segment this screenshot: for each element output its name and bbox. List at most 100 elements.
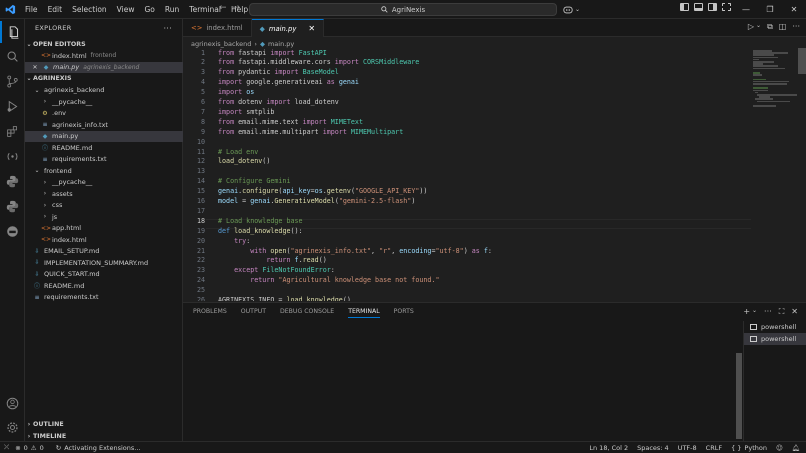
tree-file[interactable]: ⇩ QUICK_START.md [25, 269, 183, 281]
forward-arrow-icon[interactable]: → [233, 3, 241, 13]
tree-file[interactable]: ⓘ README.md [25, 280, 183, 292]
minimap[interactable] [751, 48, 806, 301]
code-line[interactable]: except FileNotFoundError: [218, 266, 335, 274]
remote-indicator-icon[interactable]: ⤫ [4, 443, 9, 452]
python-environments-icon[interactable] [0, 195, 25, 217]
account-icon[interactable] [0, 392, 25, 414]
code-line[interactable]: from email.mime.text import MIMEText [218, 118, 363, 126]
manage-gear-icon[interactable] [0, 416, 25, 438]
code-line[interactable]: try: [218, 237, 250, 245]
tree-file[interactable]: <> index.html [25, 234, 183, 246]
split-editor-icon[interactable]: ◫ [779, 22, 787, 32]
terminal-item[interactable]: powershell [744, 333, 806, 345]
close-icon[interactable]: ✕ [31, 64, 39, 71]
tree-file[interactable]: ≡ requirements.txt [25, 292, 183, 304]
code-line[interactable]: from email.mime.multipart import MIMEMul… [218, 128, 403, 136]
extensions-icon[interactable] [0, 120, 25, 142]
code-line[interactable]: with open("agrinexis_info.txt", "r", enc… [218, 247, 492, 255]
tab-index-html[interactable]: <> index.html [183, 19, 252, 37]
outline-section[interactable]: › OUTLINE [25, 419, 183, 431]
run-python-icon[interactable]: ▷ [748, 22, 754, 32]
code-line[interactable]: # Load knowledge base [218, 217, 303, 225]
code-line[interactable]: from fastapi.middleware.cors import CORS… [218, 58, 419, 66]
code-line[interactable]: def load_knowledge(): [218, 227, 303, 235]
source-control-icon[interactable] [0, 70, 25, 92]
menu-view[interactable]: View [112, 5, 140, 14]
search-icon[interactable] [0, 45, 25, 67]
minimap-slider[interactable] [798, 48, 806, 74]
copilot-status-icon[interactable]: ☺ [776, 444, 783, 452]
tab-problems[interactable]: PROBLEMS [193, 308, 227, 318]
tree-file[interactable]: ⚙ .env [25, 108, 183, 120]
indentation[interactable]: Spaces: 4 [637, 444, 669, 452]
code-line[interactable]: import smtplib [218, 108, 274, 116]
terminal-scrollbar[interactable] [736, 353, 742, 439]
open-editor-item[interactable]: <> index.html frontend [25, 50, 183, 62]
language-mode[interactable]: { } Python [731, 444, 767, 452]
code-line[interactable]: from dotenv import load_dotenv [218, 98, 339, 106]
more-actions-icon[interactable]: ··· [163, 24, 172, 33]
run-debug-icon[interactable] [0, 95, 25, 117]
tree-folder[interactable]: ⌄ agrinexis_backend [25, 85, 183, 97]
tab-output[interactable]: OUTPUT [241, 308, 266, 318]
tree-folder[interactable]: › css [25, 200, 183, 212]
menu-file[interactable]: File [20, 5, 43, 14]
tree-file[interactable]: ◆ main.py [25, 130, 183, 142]
code-line[interactable]: AGRINEXIS_INFO = load_knowledge() [218, 296, 351, 301]
code-line[interactable]: from fastapi import FastAPI [218, 49, 327, 57]
tree-folder[interactable]: › __pycache__ [25, 96, 183, 108]
back-arrow-icon[interactable]: ← [219, 3, 227, 13]
terminal-item[interactable]: powershell [744, 321, 806, 333]
code-line[interactable]: load_dotenv() [218, 157, 270, 165]
tree-file[interactable]: ≡ requirements.txt [25, 154, 183, 166]
command-center-search[interactable]: AgriNexis [249, 3, 557, 16]
menu-selection[interactable]: Selection [67, 5, 112, 14]
copilot-button[interactable]: ⌄ [563, 3, 587, 16]
breadcrumb-file[interactable]: main.py [268, 40, 294, 48]
tree-folder[interactable]: › js [25, 211, 183, 223]
tab-main-py[interactable]: ◆ main.py ✕ [251, 19, 325, 37]
new-terminal-icon[interactable]: + [743, 307, 750, 317]
code-editor[interactable]: 1 from fastapi import FastAPI 2 from fastap… [183, 48, 751, 301]
open-editor-item[interactable]: ✕ ◆ main.py agrinexis_backend [25, 61, 183, 73]
code-line[interactable]: return f.read() [218, 256, 326, 264]
close-icon[interactable]: ✕ [782, 0, 806, 19]
remote-explorer-icon[interactable] [0, 145, 25, 167]
toggle-secondary-sidebar-icon[interactable] [708, 3, 717, 11]
explorer-icon[interactable] [0, 21, 25, 43]
breadcrumb-folder[interactable]: agrinexis_backend [191, 40, 251, 48]
close-panel-icon[interactable]: ✕ [791, 307, 798, 317]
tree-folder[interactable]: › assets [25, 188, 183, 200]
tab-debug-console[interactable]: DEBUG CONSOLE [280, 308, 334, 318]
cursor-position[interactable]: Ln 18, Col 2 [589, 444, 628, 452]
menu-go[interactable]: Go [139, 5, 159, 14]
tree-file[interactable]: <> app.html [25, 223, 183, 235]
more-actions-icon[interactable]: ··· [792, 22, 800, 32]
tree-file[interactable]: ≡ agrinexis_info.txt [25, 119, 183, 131]
docker-icon[interactable] [0, 220, 25, 242]
tree-file[interactable]: ⇩ IMPLEMENTATION_SUMMARY.md [25, 257, 183, 269]
tree-file[interactable]: ⓘ README.md [25, 142, 183, 154]
open-editors-section[interactable]: ⌄ OPEN EDITORS [25, 39, 183, 51]
workspace-root[interactable]: ⌄ AGRINEXIS [25, 73, 183, 85]
code-line[interactable]: return "Agricultural knowledge base not … [218, 276, 439, 284]
menu-run[interactable]: Run [160, 5, 184, 14]
notifications-bell-icon[interactable]: 🔔︎ [792, 444, 800, 452]
minimize-icon[interactable]: — [734, 0, 758, 19]
encoding[interactable]: UTF-8 [678, 444, 697, 452]
python-icon[interactable] [0, 170, 25, 192]
close-tab-icon[interactable]: ✕ [308, 24, 315, 33]
menu-edit[interactable]: Edit [43, 5, 68, 14]
customize-layout-icon[interactable] [722, 3, 731, 11]
chevron-down-icon[interactable]: ⌄ [752, 307, 757, 317]
code-line[interactable]: from pydantic import BaseModel [218, 68, 339, 76]
tab-terminal[interactable]: TERMINAL [348, 308, 380, 318]
maximize-panel-icon[interactable]: ⛶ [779, 307, 785, 317]
toggle-primary-sidebar-icon[interactable] [680, 3, 689, 11]
tree-folder[interactable]: › __pycache__ [25, 177, 183, 189]
tree-folder[interactable]: ⌄ frontend [25, 165, 183, 177]
more-actions-icon[interactable]: ··· [764, 307, 772, 317]
chevron-down-icon[interactable]: ⌄ [756, 22, 761, 32]
code-line[interactable]: import google.generativeai as genai [218, 78, 359, 86]
line-ending[interactable]: CRLF [706, 444, 722, 452]
